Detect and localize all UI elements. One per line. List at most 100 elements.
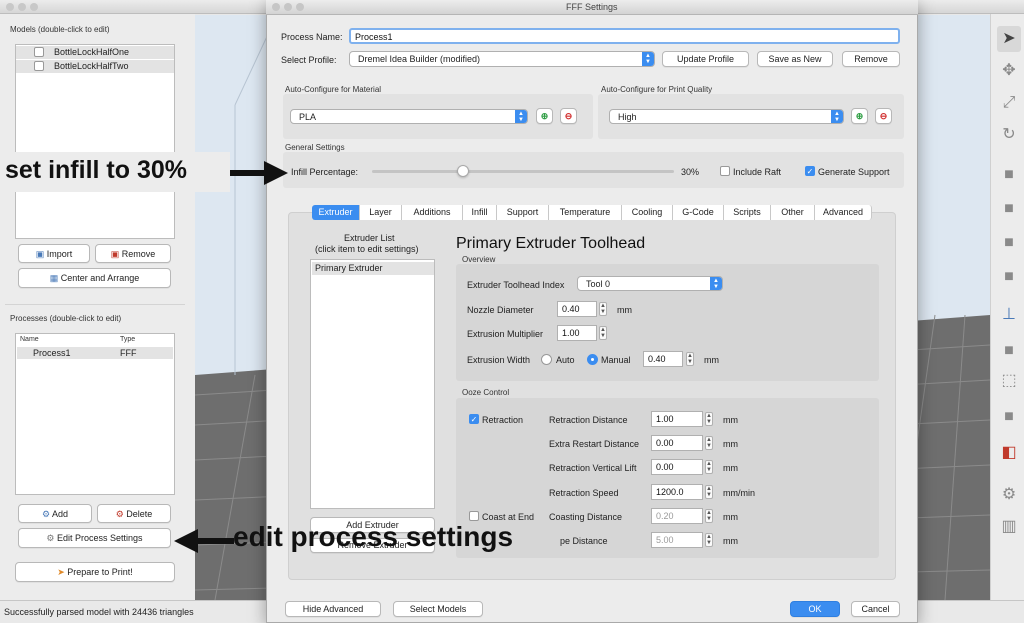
nozzle-diameter-input[interactable]: 0.40 [557, 301, 597, 317]
retraction-speed-stepper[interactable]: ▲ ▼ [705, 485, 713, 499]
dialog-minimize-button[interactable] [284, 3, 292, 11]
retraction-distance-input[interactable]: 1.00 [651, 411, 703, 427]
dialog-close-button[interactable] [272, 3, 280, 11]
wireframe-icon[interactable]: ⬚ [997, 368, 1021, 394]
extrusion-multiplier-label: Extrusion Multiplier [467, 329, 544, 339]
remove-quality-button[interactable]: ⊖ [875, 108, 892, 124]
model-row[interactable]: BottleLockHalfOne [16, 46, 174, 59]
tab-temperature[interactable]: Temperature [549, 205, 622, 220]
main-minimize-button[interactable] [18, 3, 26, 11]
view-front-icon[interactable]: ■ [997, 162, 1021, 188]
import-button[interactable]: ▣ Import [18, 244, 90, 263]
tab-advanced[interactable]: Advanced [815, 205, 872, 220]
retraction-checkbox[interactable]: ✓ [469, 414, 479, 424]
view-back-icon[interactable]: ■ [997, 196, 1021, 222]
vertical-lift-stepper[interactable]: ▲ ▼ [705, 460, 713, 474]
extrusion-multiplier-stepper[interactable]: ▲ ▼ [599, 326, 607, 340]
cancel-button[interactable]: Cancel [851, 601, 900, 617]
chevron-updown-icon: ▲ ▼ [515, 110, 527, 123]
annotation-edit-arrow-icon [174, 529, 234, 553]
edit-process-settings-button[interactable]: ⚙ Edit Process Settings [18, 528, 171, 548]
extra-restart-stepper[interactable]: ▲ ▼ [705, 436, 713, 450]
tab-infill[interactable]: Infill [463, 205, 497, 220]
gear-icon[interactable]: ⚙ [997, 482, 1021, 508]
tab-additions[interactable]: Additions [402, 205, 463, 220]
tab-support[interactable]: Support [497, 205, 549, 220]
cut-icon[interactable]: ◧ [997, 440, 1021, 466]
extrusion-width-stepper[interactable]: ▲ ▼ [686, 352, 694, 366]
profile-select[interactable]: Dremel Idea Builder (modified) ▲ ▼ [349, 51, 655, 67]
extra-restart-input[interactable]: 0.00 [651, 435, 703, 451]
process-row[interactable]: Process1 FFF [17, 347, 173, 359]
auto-quality-label: Auto-Configure for Print Quality [601, 85, 713, 94]
coasting-distance-input[interactable]: 0.20 [651, 508, 703, 524]
auto-radio-label: Auto [556, 355, 575, 365]
quality-select[interactable]: High ▲ ▼ [609, 109, 844, 124]
view-iso-icon[interactable]: ■ [997, 338, 1021, 364]
move-icon[interactable]: ✥ [997, 58, 1021, 84]
processes-list[interactable]: Name Type Process1 FFF [15, 333, 175, 495]
view-right-icon[interactable]: ■ [997, 264, 1021, 290]
remove-model-button[interactable]: ▣ Remove [95, 244, 171, 263]
wipe-distance-stepper[interactable]: ▲ ▼ [705, 533, 713, 547]
update-profile-button[interactable]: Update Profile [662, 51, 749, 67]
model-checkbox[interactable] [34, 47, 44, 57]
extrusion-multiplier-input[interactable]: 1.00 [557, 325, 597, 341]
tab-extruder[interactable]: Extruder [312, 205, 360, 220]
add-process-button[interactable]: ⚙ Add [18, 504, 92, 523]
tab-other[interactable]: Other [771, 205, 815, 220]
vertical-lift-input[interactable]: 0.00 [651, 459, 703, 475]
prepare-to-print-button[interactable]: ➤ Prepare to Print! [15, 562, 175, 582]
rotate-icon[interactable]: ↻ [997, 122, 1021, 148]
profile-select-value: Dremel Idea Builder (modified) [358, 54, 481, 64]
select-arrow-icon[interactable]: ➤ [997, 26, 1021, 52]
shelf-icon[interactable]: ▥ [997, 514, 1021, 540]
tab-gcode[interactable]: G-Code [673, 205, 724, 220]
tab-scripts[interactable]: Scripts [724, 205, 771, 220]
wipe-distance-input[interactable]: 5.00 [651, 532, 703, 548]
main-zoom-button[interactable] [30, 3, 38, 11]
process-name-input[interactable]: Process1 [349, 28, 900, 44]
infill-slider-thumb[interactable] [456, 165, 469, 177]
extruder-list[interactable]: Primary Extruder [310, 259, 435, 509]
save-as-new-button[interactable]: Save as New [757, 51, 833, 67]
view-perspective-icon[interactable]: ■ [997, 404, 1021, 430]
main-close-button[interactable] [6, 3, 14, 11]
center-arrange-button[interactable]: ▦ Center and Arrange [18, 268, 171, 288]
extruder-list-item[interactable]: Primary Extruder [312, 262, 434, 275]
hide-advanced-button[interactable]: Hide Advanced [285, 601, 381, 617]
tab-cooling[interactable]: Cooling [622, 205, 673, 220]
add-quality-button[interactable]: ⊕ [851, 108, 868, 124]
view-left-icon[interactable]: ■ [997, 230, 1021, 256]
delete-process-button[interactable]: ⚙ Delete [97, 504, 171, 523]
select-models-button[interactable]: Select Models [393, 601, 483, 617]
include-raft-checkbox[interactable] [720, 166, 730, 176]
model-checkbox[interactable] [34, 61, 44, 71]
generate-support-checkbox[interactable]: ✓ [805, 166, 815, 176]
remove-material-button[interactable]: ⊖ [560, 108, 577, 124]
toolhead-index-select[interactable]: Tool 0 ▲ ▼ [577, 276, 723, 291]
material-select[interactable]: PLA ▲ ▼ [290, 109, 528, 124]
coasting-distance-stepper[interactable]: ▲ ▼ [705, 509, 713, 523]
remove-profile-button[interactable]: Remove [842, 51, 900, 67]
coast-at-end-checkbox[interactable] [469, 511, 479, 521]
retraction-label: Retraction [482, 415, 524, 425]
infill-slider-track[interactable] [372, 170, 674, 173]
dialog-zoom-button[interactable] [296, 3, 304, 11]
models-list[interactable] [15, 44, 175, 239]
ok-button[interactable]: OK [790, 601, 840, 617]
extra-restart-label: Extra Restart Distance [549, 439, 640, 449]
auto-radio[interactable] [541, 354, 552, 365]
model-row[interactable]: BottleLockHalfTwo [16, 60, 174, 73]
nozzle-diameter-stepper[interactable]: ▲ ▼ [599, 302, 607, 316]
add-material-button[interactable]: ⊕ [536, 108, 553, 124]
tab-layer[interactable]: Layer [360, 205, 402, 220]
extrusion-width-input[interactable]: 0.40 [643, 351, 683, 367]
axes-icon[interactable]: ⊥ [997, 302, 1021, 328]
retraction-speed-input[interactable]: 1200.0 [651, 484, 703, 500]
scale-icon[interactable]: ⤢ [997, 90, 1021, 116]
retraction-distance-stepper[interactable]: ▲ ▼ [705, 412, 713, 426]
toolhead-index-label: Extruder Toolhead Index [467, 280, 565, 290]
manual-radio[interactable] [587, 354, 598, 365]
extruder-list-title: Extruder List [344, 233, 395, 243]
